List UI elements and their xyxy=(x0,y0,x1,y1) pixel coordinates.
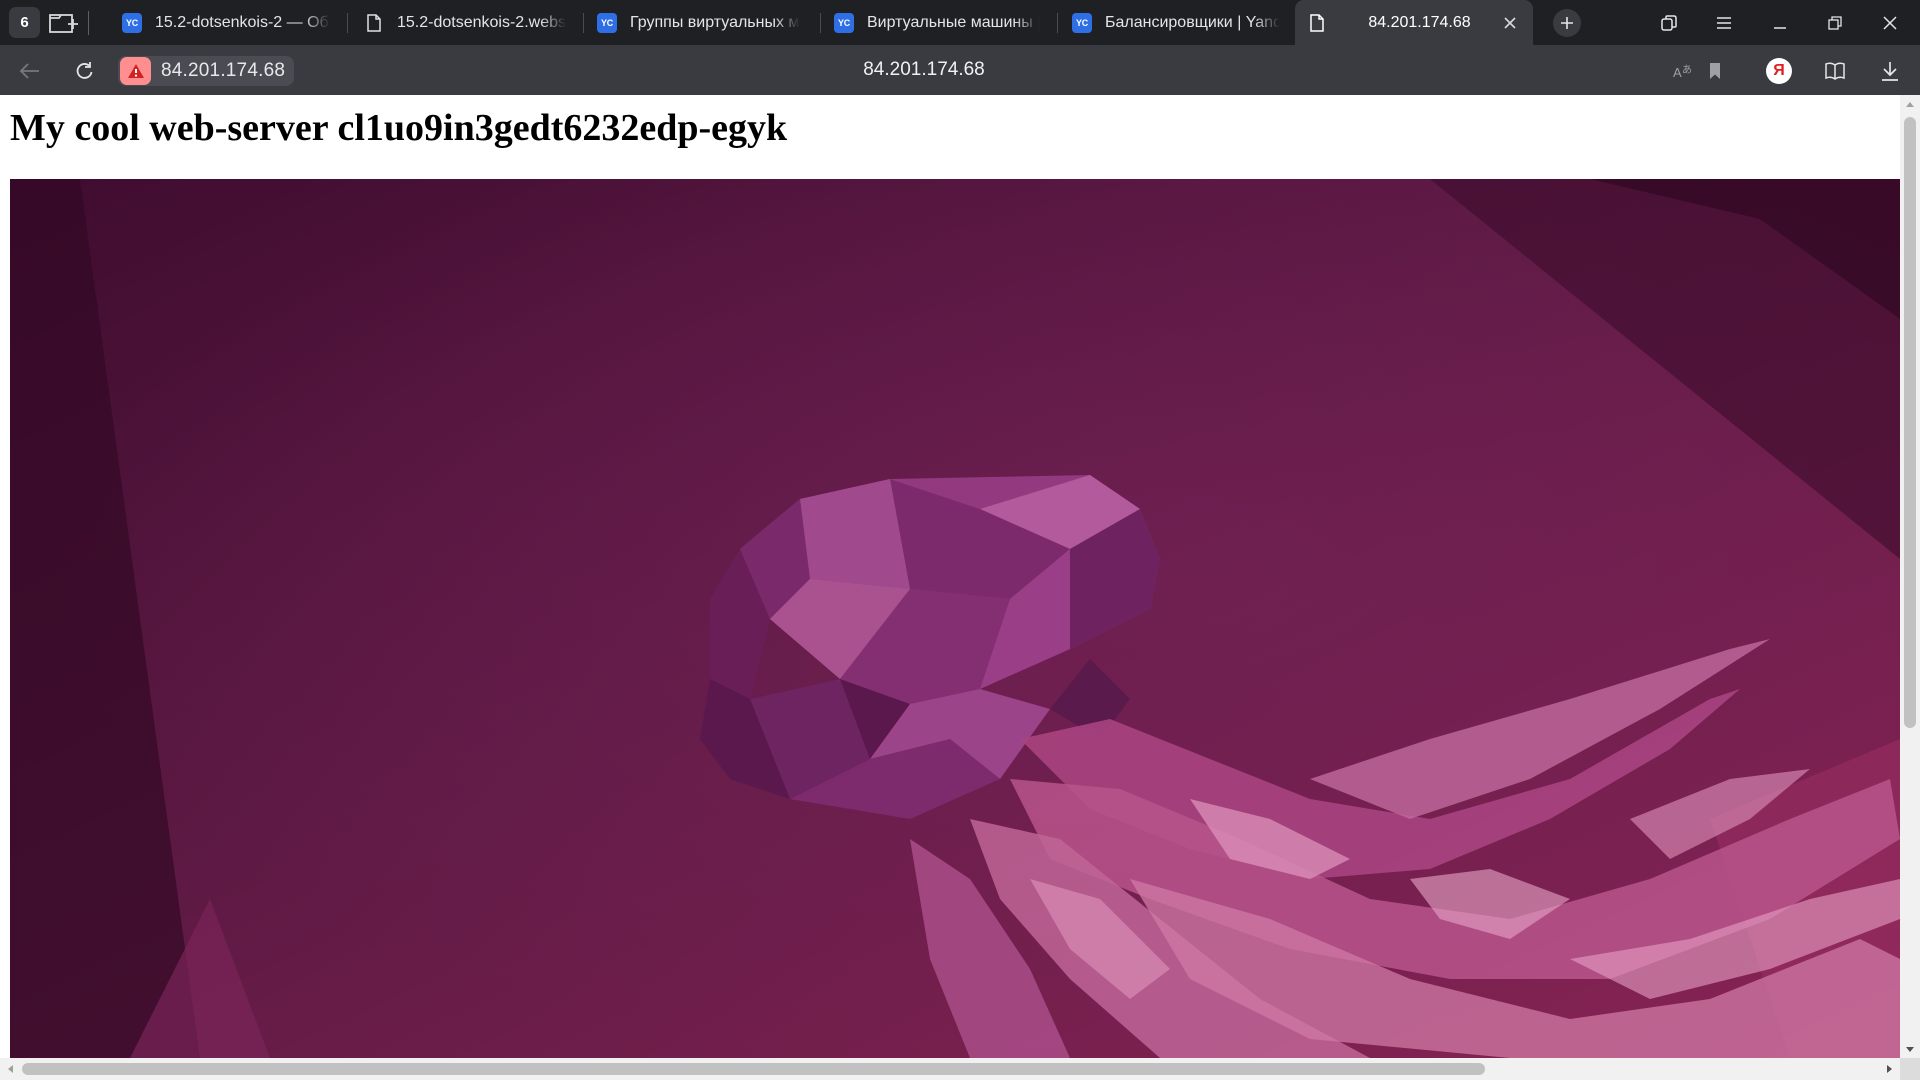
address-bar-title[interactable]: 84.201.174.68 xyxy=(0,59,1848,81)
restore-icon[interactable] xyxy=(1818,8,1852,38)
tab-object-storage[interactable]: YC 15.2-dotsenkois-2 — Объектное хранили… xyxy=(110,0,342,45)
tab-divider xyxy=(347,13,348,33)
tab-title: Балансировщики | Yandex Cloud xyxy=(1105,13,1280,31)
tab-divider xyxy=(1057,13,1058,33)
vertical-scroll-thumb[interactable] xyxy=(1904,117,1916,728)
new-tab-button[interactable] xyxy=(1553,9,1581,37)
yandex-cloud-icon: YC xyxy=(597,12,617,33)
svg-text:あ: あ xyxy=(1682,64,1692,76)
tab-divider xyxy=(820,13,821,33)
page-viewport: My cool web-server cl1uo9in3gedt6232edp-… xyxy=(0,95,1900,1058)
scroll-right-icon[interactable] xyxy=(1880,1058,1900,1080)
tab-virtual-machines[interactable]: YC Виртуальные машины | Yandex Cloud xyxy=(822,0,1052,45)
yandex-cloud-icon: YC xyxy=(834,12,854,33)
tab-counter-button[interactable]: 6 xyxy=(9,7,40,38)
close-window-icon[interactable] xyxy=(1873,8,1907,38)
tab-strip: 6 YC 15.2-dotsenkois-2 — Объектное храни… xyxy=(0,0,1920,45)
minimize-icon[interactable] xyxy=(1763,8,1797,38)
tab-active-server[interactable]: 84.201.174.68 xyxy=(1295,0,1533,45)
tab-title: 15.2-dotsenkois-2 — Объектное хранилище xyxy=(155,13,330,31)
reader-mode-icon[interactable] xyxy=(1821,57,1849,85)
svg-text:A: A xyxy=(1673,65,1682,80)
scroll-up-icon[interactable] xyxy=(1900,95,1920,112)
yandex-cloud-icon: YC xyxy=(122,12,142,33)
jellyfish-wallpaper-image xyxy=(10,179,1900,1058)
bookmark-icon[interactable] xyxy=(1701,57,1729,85)
browser-toolbar: 84.201.174.68 84.201.174.68 Aあ Я xyxy=(0,45,1920,95)
tab-website[interactable]: 15.2-dotsenkois-2.website.yandexcloud.ne… xyxy=(352,0,578,45)
page-heading: My cool web-server cl1uo9in3gedt6232edp-… xyxy=(10,107,788,149)
tab-title: Виртуальные машины | Yandex Cloud xyxy=(867,13,1040,31)
yandex-cloud-icon: YC xyxy=(1072,12,1092,33)
yandex-account-icon[interactable]: Я xyxy=(1766,58,1792,84)
tab-title: Группы виртуальных машин xyxy=(630,13,800,31)
menu-icon[interactable] xyxy=(1707,8,1741,38)
vertical-scrollbar[interactable] xyxy=(1900,95,1920,1058)
new-tab-group-icon[interactable] xyxy=(47,9,81,37)
page-icon xyxy=(1307,13,1327,33)
tab-divider xyxy=(583,13,584,33)
scrollbar-corner xyxy=(1900,1058,1920,1080)
horizontal-scrollbar[interactable] xyxy=(0,1058,1920,1080)
tab-load-balancers[interactable]: YC Балансировщики | Yandex Cloud xyxy=(1060,0,1292,45)
scroll-down-icon[interactable] xyxy=(1900,1041,1920,1058)
page-icon xyxy=(364,13,384,33)
tab-vm-groups[interactable]: YC Группы виртуальных машин xyxy=(585,0,812,45)
downloads-icon[interactable] xyxy=(1876,57,1904,85)
scroll-left-icon[interactable] xyxy=(0,1058,20,1080)
close-tab-icon[interactable] xyxy=(1499,12,1521,34)
strip-separator xyxy=(88,11,89,35)
collections-icon[interactable] xyxy=(1652,8,1686,38)
tab-title: 15.2-dotsenkois-2.website.yandexcloud.ne… xyxy=(397,13,566,31)
tab-title: 84.201.174.68 xyxy=(1368,13,1471,31)
horizontal-scroll-thumb[interactable] xyxy=(22,1063,1485,1075)
translate-icon[interactable]: Aあ xyxy=(1670,57,1698,85)
